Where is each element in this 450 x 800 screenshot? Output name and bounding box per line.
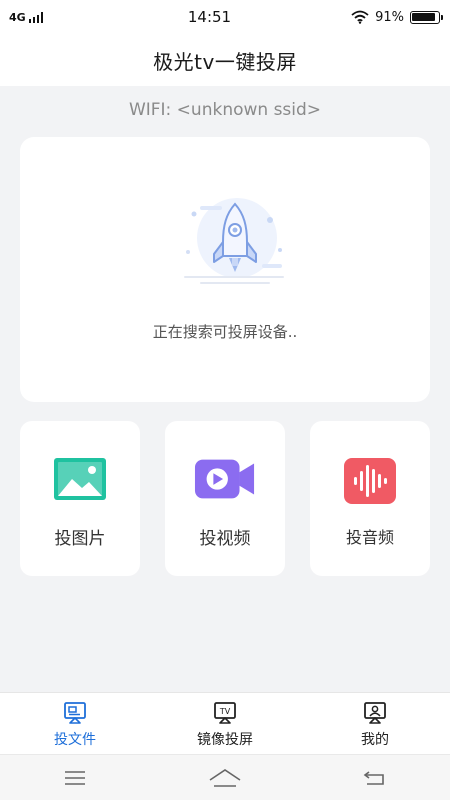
tab-profile[interactable]: 我的 [300,693,450,754]
status-right: 91% [330,9,443,25]
battery-percent: 91% [375,9,404,25]
svg-text:TV: TV [219,707,231,716]
cast-file-icon [64,702,86,724]
system-nav-bar [0,754,450,800]
tv-icon: TV [214,702,236,724]
network-indicator: 4G [9,11,89,24]
audio-wave-icon [344,458,396,504]
image-icon [54,458,106,500]
signal-icon [28,11,44,23]
menu-icon [65,770,85,785]
search-status-text: 正在搜索可投屏设备.. [152,323,298,341]
video-camera-icon [194,459,255,499]
back-button[interactable] [345,755,405,800]
app-header: 极光tv一键投屏 [0,34,450,86]
back-icon [363,770,384,785]
tab-cast-file-label: 投文件 [54,732,96,748]
status-bar: 4G 14:51 91% [0,0,450,34]
page-title: 极光tv一键投屏 [153,49,297,74]
menu-button[interactable] [45,755,105,800]
clock: 14:51 [187,8,232,26]
battery-icon [409,10,443,24]
tab-mirror-cast[interactable]: TV 镜像投屏 [150,693,300,754]
device-search-card: 正在搜索可投屏设备.. [20,137,430,402]
network-type: 4G [9,10,26,24]
home-icon [209,768,241,787]
cast-video-label: 投视频 [199,529,251,549]
cast-photo-button[interactable]: 投图片 [20,421,140,576]
tab-mirror-cast-label: 镜像投屏 [197,732,253,748]
home-button[interactable] [195,755,255,800]
wifi-icon [351,10,369,24]
cast-audio-button[interactable]: 投音频 [310,421,430,576]
cast-audio-label: 投音频 [345,528,394,547]
bottom-tab-bar: 投文件 TV 镜像投屏 我的 [0,692,450,754]
cast-video-button[interactable]: 投视频 [165,421,285,576]
rocket-icon [184,198,284,284]
tab-profile-label: 我的 [361,732,389,748]
profile-icon [364,702,386,724]
tab-cast-file[interactable]: 投文件 [0,693,150,754]
cast-photo-label: 投图片 [54,529,106,549]
wifi-ssid-label: WIFI: <unknown ssid> [128,100,322,120]
